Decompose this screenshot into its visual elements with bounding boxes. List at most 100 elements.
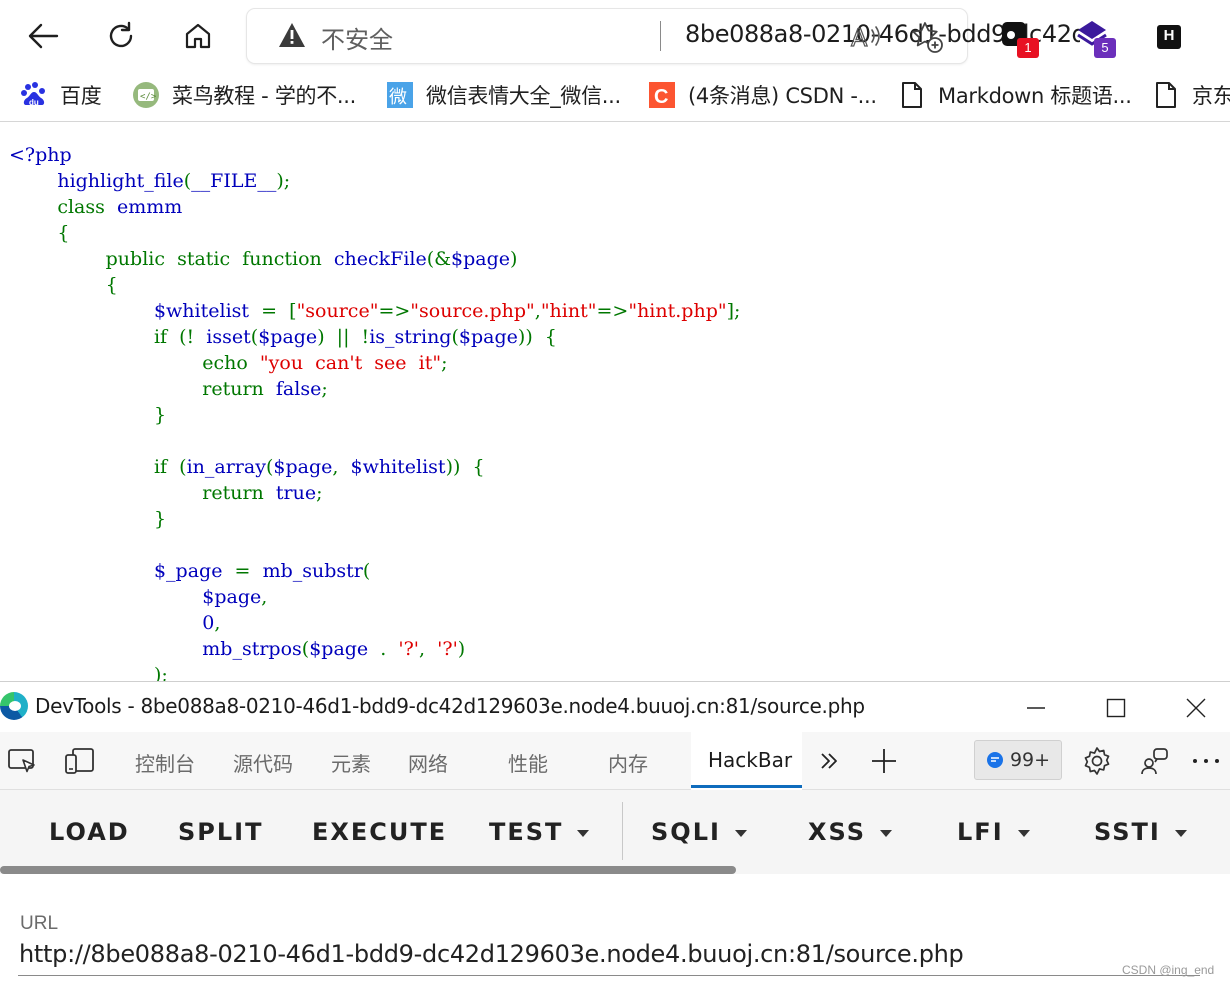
issues-badge-button[interactable]: 99+ — [974, 740, 1062, 780]
code-token: "hint.php" — [628, 300, 727, 322]
code-token: highlight_file — [57, 170, 184, 192]
address-bar[interactable]: 不安全 8be088a8-0210-46d1-bdd9-dc42d... A — [247, 9, 1080, 63]
bookmark-label: (4条消息) CSDN -... — [688, 84, 877, 108]
read-aloud-icon[interactable]: A — [850, 22, 882, 55]
bookmark-label: 菜鸟教程 - 学的不... — [172, 84, 357, 108]
code-token: $_page — [153, 560, 223, 582]
xss-label: XSS — [808, 818, 866, 846]
tab-hackbar[interactable]: HackBar — [708, 748, 792, 772]
svg-text:A: A — [851, 24, 868, 50]
code-token: if (! — [153, 326, 195, 348]
tab-sources[interactable]: 源代码 — [233, 748, 293, 777]
tab-performance[interactable]: 性能 — [508, 748, 548, 777]
code-token: $page — [202, 586, 262, 608]
ellipsis-icon — [1193, 759, 1219, 763]
load-button[interactable]: LOAD — [49, 814, 130, 850]
bookmarks-bar: du 百度 </> 菜鸟教程 - 学的不... 微 微信表情大全_微信... C… — [0, 70, 1230, 122]
document-icon — [898, 81, 926, 109]
sqli-dropdown[interactable]: SQLI — [651, 814, 747, 850]
horizontal-scrollbar[interactable] — [0, 866, 736, 874]
add-tab-button[interactable] — [867, 744, 901, 778]
back-button[interactable] — [21, 14, 65, 58]
more-options-button[interactable] — [1189, 744, 1223, 778]
edge-logo-icon — [0, 692, 28, 720]
code-token: ; — [441, 352, 448, 374]
refresh-button[interactable] — [99, 14, 143, 58]
code-token: )) { — [517, 326, 557, 348]
devtools-titlebar[interactable]: DevTools - 8be088a8-0210-46d1-bdd9-dc42d… — [0, 682, 1230, 732]
execute-button[interactable]: EXECUTE — [312, 814, 447, 850]
code-token: => — [378, 300, 411, 322]
execute-label: EXECUTE — [312, 818, 448, 846]
svg-text:</>: </> — [140, 92, 157, 102]
browser-toolbar: 不安全 8be088a8-0210-46d1-bdd9-dc42d... A 1… — [0, 0, 1230, 70]
ssti-dropdown[interactable]: SSTI — [1094, 814, 1187, 850]
device-emulation-button[interactable] — [62, 744, 96, 778]
maximize-icon — [1106, 698, 1126, 718]
split-label: SPLIT — [178, 818, 264, 846]
code-token: echo — [202, 352, 248, 374]
code-token: (& — [426, 248, 452, 270]
code-token: . — [368, 638, 399, 660]
back-arrow-icon — [28, 23, 59, 49]
code-token: $whitelist — [153, 300, 250, 322]
bookmark-markdown[interactable]: Markdown 标题语... — [898, 80, 1132, 110]
code-token: "source.php" — [410, 300, 535, 322]
code-token: , — [214, 612, 221, 634]
inspect-element-button[interactable] — [6, 744, 40, 778]
code-token: $page — [258, 326, 318, 348]
bookmark-runoob[interactable]: </> 菜鸟教程 - 学的不... — [132, 80, 356, 110]
code-token: ) — [510, 248, 518, 270]
message-icon — [986, 752, 1003, 768]
code-token: "hint" — [540, 300, 597, 322]
ssti-label: SSTI — [1094, 818, 1161, 846]
bookmark-weixin[interactable]: 微 微信表情大全_微信... — [386, 80, 621, 110]
code-token: ; — [321, 378, 328, 400]
warning-icon[interactable] — [277, 21, 307, 54]
xss-dropdown[interactable]: XSS — [808, 814, 892, 850]
tab-elements[interactable]: 元素 — [331, 748, 371, 777]
code-token: in_array — [186, 456, 266, 478]
more-tabs-button[interactable] — [812, 744, 846, 778]
add-favorite-icon[interactable] — [910, 20, 944, 59]
lfi-dropdown[interactable]: LFI — [957, 814, 1030, 850]
split-button[interactable]: SPLIT — [178, 814, 263, 850]
refresh-icon — [109, 21, 133, 48]
code-token: ( — [362, 560, 371, 582]
watermark: CSDN @ing_end — [1122, 963, 1215, 977]
minimize-button[interactable] — [1016, 688, 1056, 728]
bookmark-jd[interactable]: 京东 — [1152, 80, 1230, 110]
code-token: => — [596, 300, 629, 322]
extension-1-button[interactable]: 1 — [1000, 20, 1039, 58]
home-button[interactable] — [176, 14, 220, 58]
feedback-button[interactable] — [1137, 744, 1171, 778]
bookmark-baidu[interactable]: du 百度 — [20, 80, 102, 110]
maximize-button[interactable] — [1096, 688, 1136, 728]
tab-network[interactable]: 网络 — [408, 748, 448, 777]
code-token: $page — [458, 326, 518, 348]
code-token: class — [57, 196, 105, 218]
extension-2-button[interactable]: 5 — [1077, 20, 1116, 58]
tab-console[interactable]: 控制台 — [135, 748, 195, 777]
issues-count: 99+ — [1009, 749, 1051, 771]
code-token: __FILE__ — [191, 170, 277, 192]
close-button[interactable] — [1176, 688, 1216, 728]
url-input[interactable] — [18, 932, 1200, 976]
code-token: return — [202, 378, 264, 400]
code-token: "you can't see it" — [259, 352, 442, 374]
code-token: } — [153, 404, 167, 426]
settings-button[interactable] — [1080, 744, 1114, 778]
code-token: mb_strpos — [202, 638, 302, 660]
bookmark-csdn[interactable]: C (4条消息) CSDN -... — [648, 80, 877, 110]
sqli-label: SQLI — [651, 818, 721, 846]
code-token: )) { — [445, 456, 485, 478]
lfi-label: LFI — [957, 818, 1004, 846]
test-dropdown[interactable]: TEST — [489, 814, 590, 850]
chevron-double-right-icon — [821, 753, 837, 769]
code-token: 0 — [202, 612, 215, 634]
hackbar-extension-button[interactable]: H — [1157, 25, 1181, 49]
tab-memory[interactable]: 内存 — [608, 748, 648, 777]
plus-icon — [872, 749, 896, 773]
security-status-label[interactable]: 不安全 — [321, 20, 393, 55]
code-token: ); — [276, 170, 291, 192]
